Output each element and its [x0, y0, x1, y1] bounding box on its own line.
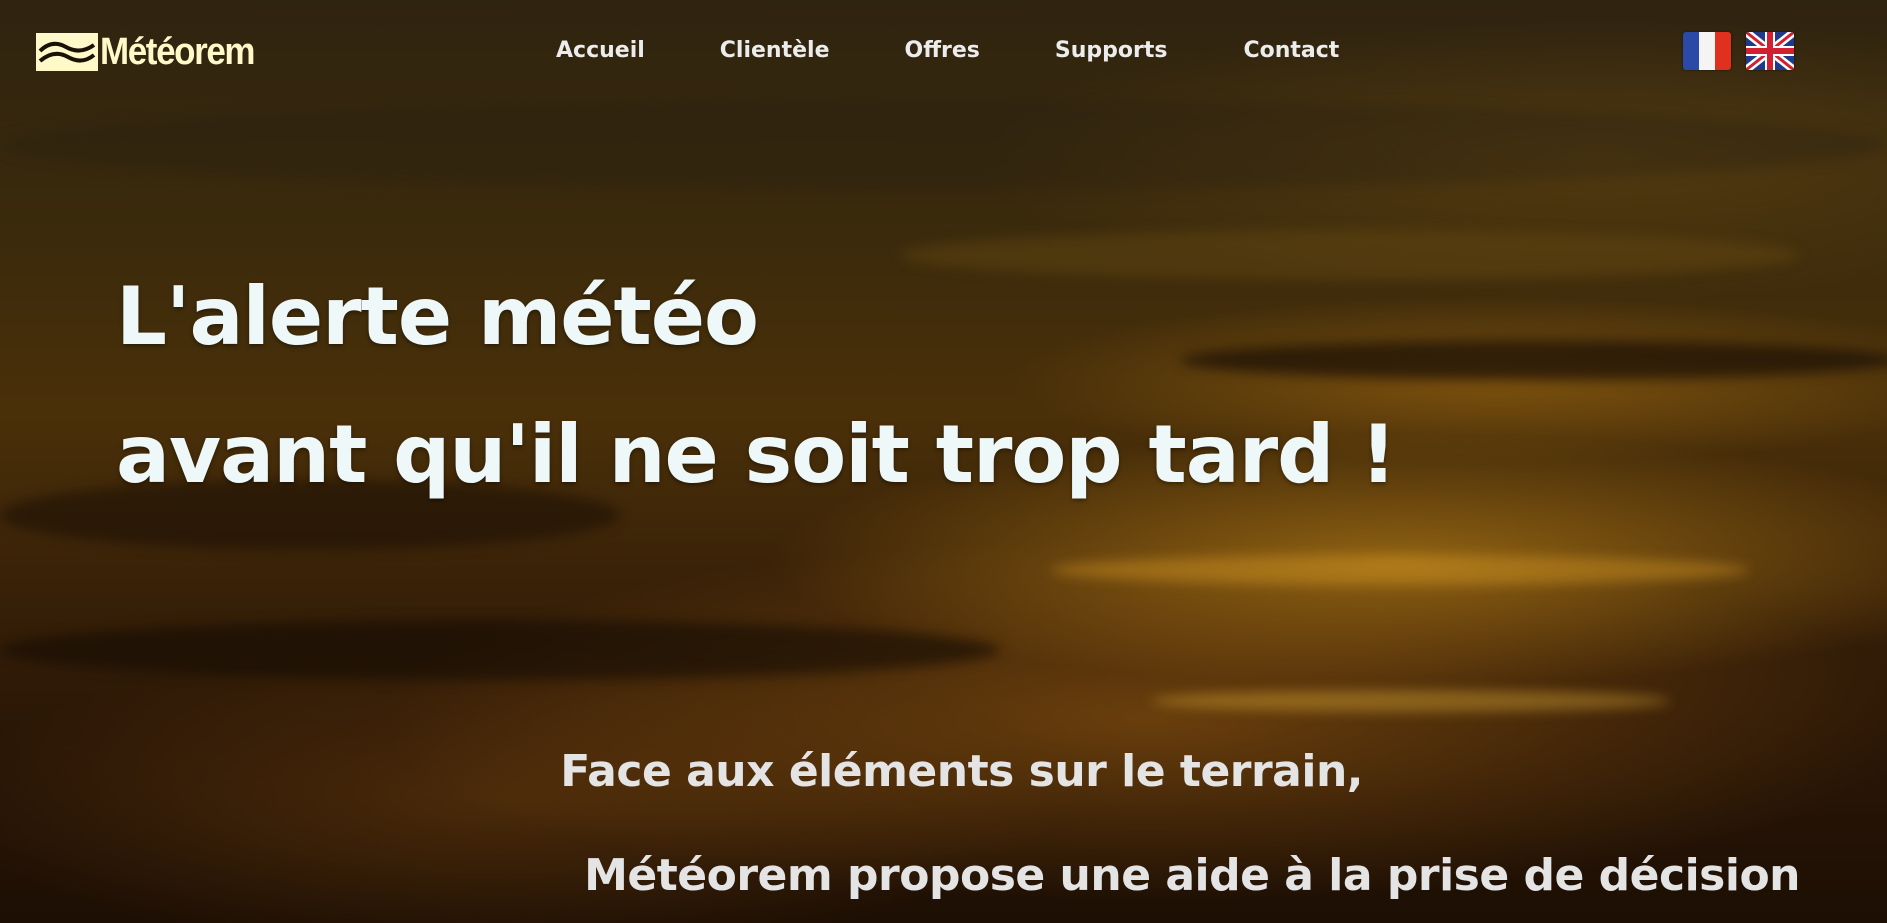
hero-headline-line2: avant qu'il ne soit trop tard ! — [116, 408, 1397, 501]
main-nav: Accueil Clientèle Offres Supports Contac… — [556, 34, 1339, 68]
logo[interactable]: Météorem — [36, 32, 268, 72]
hero-tagline-line2: Météorem propose une aide à la prise de … — [584, 850, 1800, 901]
language-switcher — [1683, 32, 1794, 70]
hero-tagline-line1: Face aux éléments sur le terrain, — [560, 746, 1363, 797]
hero-headline-line1: L'alerte météo — [116, 270, 759, 363]
nav-link-accueil[interactable]: Accueil — [556, 34, 645, 68]
logo-wave-icon — [36, 33, 98, 71]
navbar: Météorem Accueil Clientèle Offres Suppor… — [0, 0, 1887, 104]
nav-link-supports[interactable]: Supports — [1055, 34, 1168, 68]
hero-tagline: Face aux éléments sur le terrain, Météor… — [560, 720, 1800, 923]
logo-text: Météorem — [100, 31, 255, 73]
nav-link-offres[interactable]: Offres — [905, 34, 980, 68]
flag-france-icon[interactable] — [1683, 32, 1731, 70]
flag-uk-icon[interactable] — [1746, 32, 1794, 70]
nav-link-contact[interactable]: Contact — [1243, 34, 1339, 68]
nav-link-clientele[interactable]: Clientèle — [720, 34, 830, 68]
hero-headline: L'alerte météo avant qu'il ne soit trop … — [116, 248, 1397, 524]
